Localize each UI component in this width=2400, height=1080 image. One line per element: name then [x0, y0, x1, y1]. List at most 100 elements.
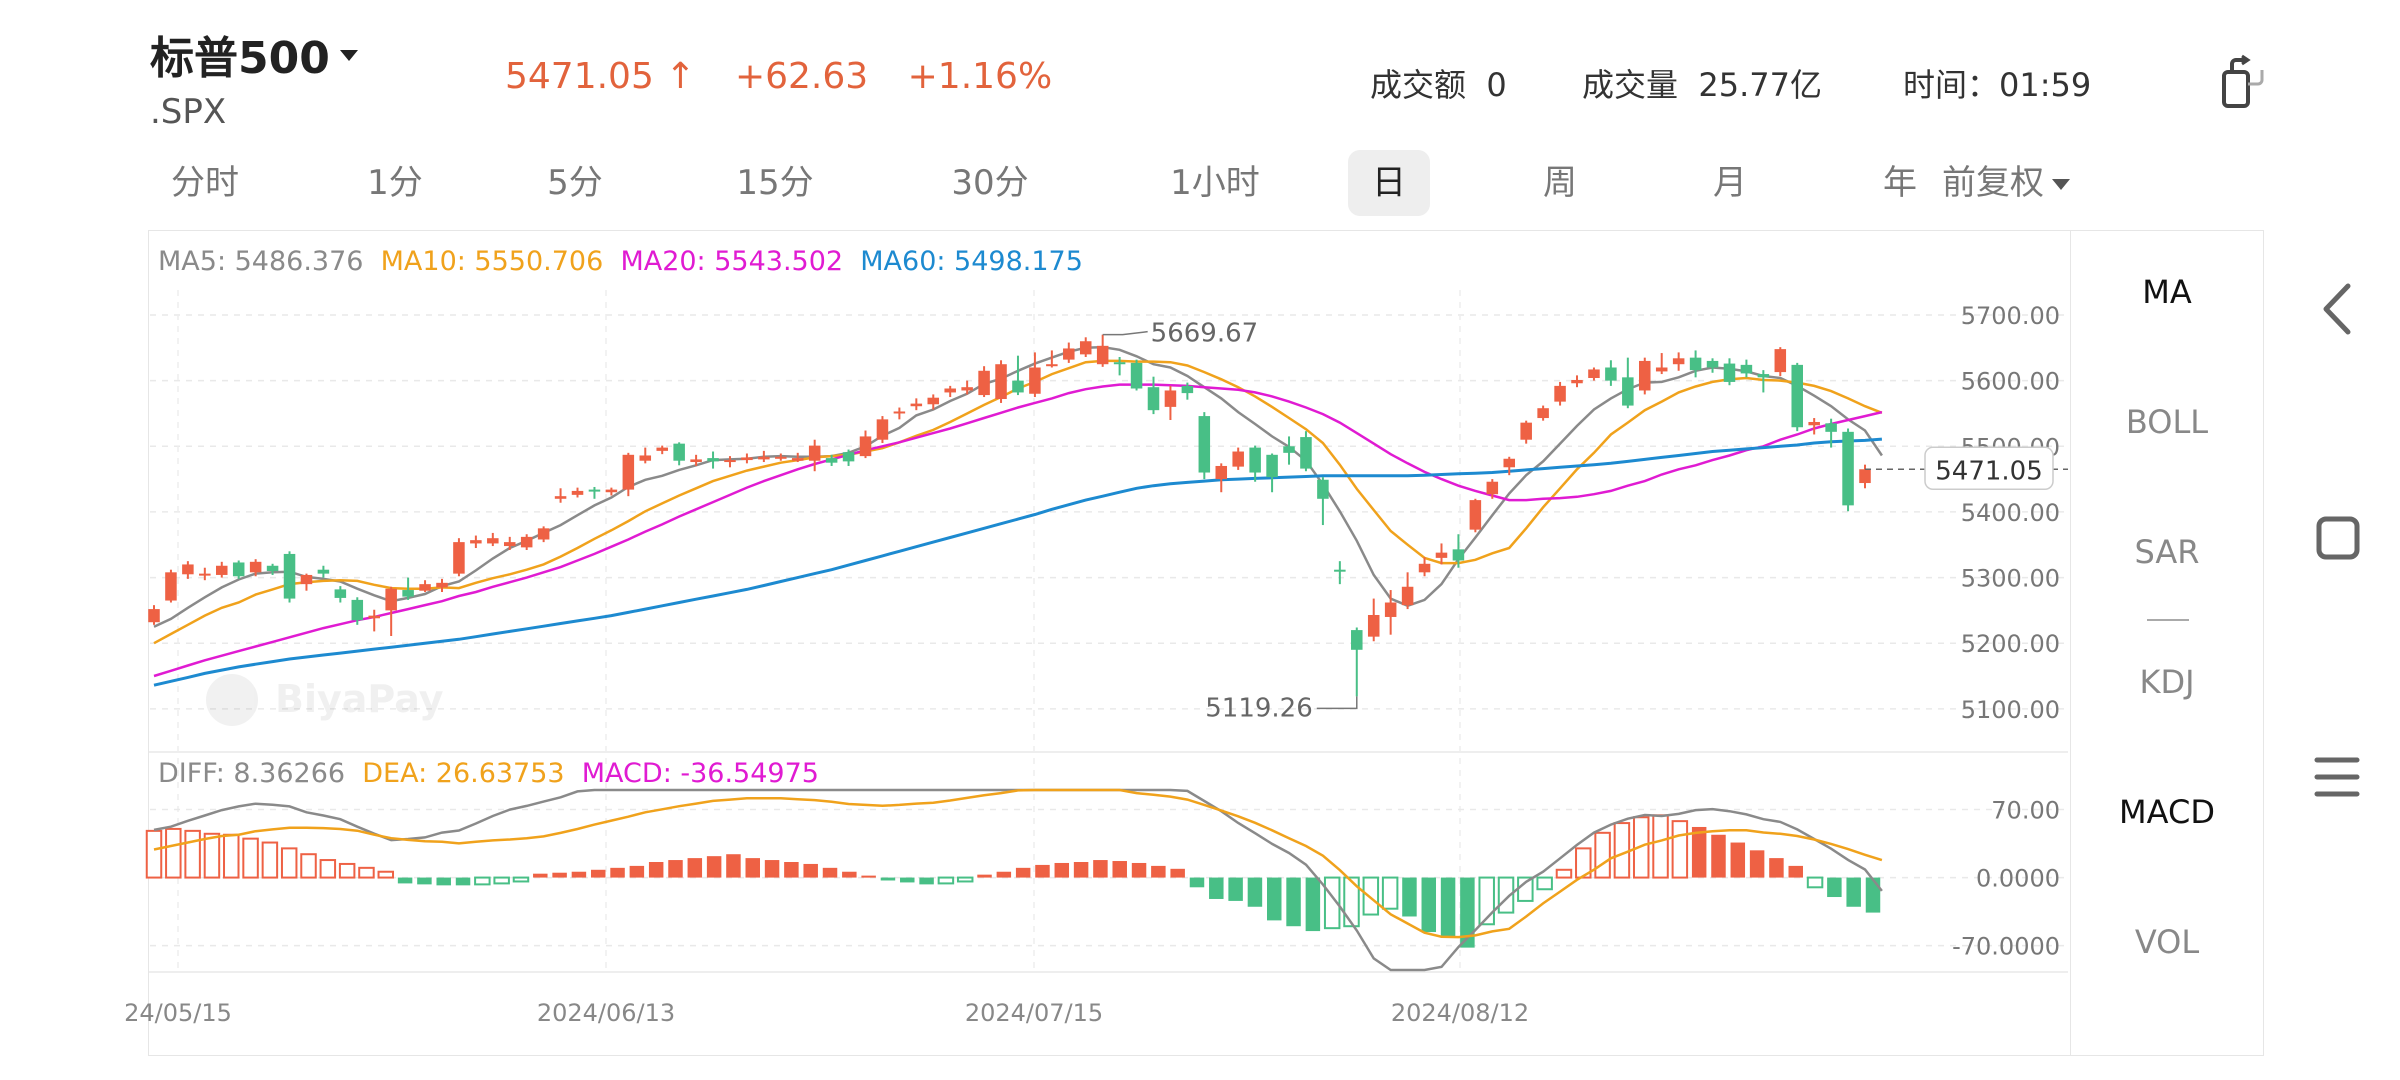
candle-body: [453, 542, 465, 574]
high-marker-line: [1102, 330, 1148, 336]
macd-bar: [1402, 877, 1417, 917]
y-tick-label: -70.0000: [1952, 933, 2060, 961]
candle-body: [385, 588, 397, 611]
candle-body: [656, 447, 668, 451]
macd-bar: [165, 827, 182, 879]
price-chart[interactable]: 5700.005600.005500.005400.005300.005200.…: [0, 0, 2400, 1080]
candle-body: [707, 458, 719, 462]
macd-bar: [1865, 877, 1881, 913]
candle-body: [1757, 374, 1770, 378]
candle-body: [1215, 465, 1228, 480]
candle-body: [1384, 602, 1397, 617]
watermark: BiyaPay: [206, 674, 444, 726]
macd-bar: [842, 871, 857, 878]
candle-body: [741, 457, 753, 461]
indicator-boll[interactable]: BOLL: [2071, 403, 2263, 441]
candle-body: [1181, 385, 1194, 394]
macd-bar: [1112, 861, 1127, 878]
candle-body: [588, 489, 601, 492]
macd-bar: [648, 862, 664, 878]
candle-body: [775, 456, 787, 459]
candle-body: [1588, 369, 1600, 378]
line-ma60: [153, 437, 1883, 687]
candle-body: [1520, 422, 1532, 440]
candle-body: [283, 553, 296, 599]
macd-bar: [687, 858, 703, 878]
candle-body: [1622, 377, 1634, 406]
indicator-sar[interactable]: SAR: [2071, 533, 2263, 571]
macd-bar: [1691, 826, 1707, 878]
candle-body: [368, 615, 380, 619]
candle-body: [1723, 363, 1736, 382]
candle-body: [470, 540, 482, 544]
candle-body: [1859, 469, 1871, 484]
macd-bar: [590, 869, 606, 878]
macd-bar: [822, 867, 838, 878]
indicator-macd[interactable]: MACD: [2071, 793, 2263, 831]
macd-bar: [512, 876, 530, 883]
macd-bar: [784, 862, 799, 878]
macd-bar: [358, 866, 375, 879]
macd-bar: [1711, 834, 1726, 878]
y-tick-label: 5400.00: [1961, 499, 2060, 527]
macd-bar: [300, 853, 317, 879]
y-tick-label: 0.0000: [1976, 865, 2060, 893]
candle-body: [402, 590, 414, 597]
candle-body: [216, 565, 228, 575]
macd-bar: [280, 847, 298, 879]
macd-bar: [1131, 862, 1147, 878]
chevron-left-icon[interactable]: [2318, 282, 2354, 340]
macd-bar: [1381, 876, 1399, 910]
candle-body: [1164, 390, 1177, 407]
macd-bar: [338, 862, 356, 879]
macd-bar: [610, 867, 625, 878]
indicator-kdj[interactable]: KDJ: [2071, 663, 2263, 701]
macd-bar: [937, 876, 955, 885]
macd-bar: [1730, 842, 1746, 878]
macd-bar: [706, 856, 722, 878]
candle-body: [436, 582, 448, 588]
candle-body: [317, 569, 330, 574]
candle-body: [961, 387, 973, 391]
candle-body: [1029, 367, 1041, 394]
candle-body: [554, 496, 567, 499]
candle-body: [182, 564, 194, 575]
macd-bar: [1846, 877, 1861, 907]
macd-bar: [436, 877, 451, 886]
menu-icon[interactable]: [2314, 754, 2360, 804]
y-tick-label: 5700.00: [1961, 302, 2060, 330]
macd-bar: [1305, 877, 1321, 932]
macd-bar: [900, 877, 915, 883]
macd-bar: [1267, 877, 1282, 921]
candle-body: [419, 584, 431, 591]
y-tick-label: 5100.00: [1961, 696, 2060, 724]
indicator-panel: MA BOLL SAR KDJ MACD VOL: [2070, 231, 2263, 1055]
macd-bar: [1189, 877, 1205, 888]
candle-body: [1435, 552, 1448, 558]
candle-body: [1300, 437, 1312, 469]
line-ma20: [153, 383, 1883, 678]
macd-bar: [1151, 865, 1166, 878]
candle-body: [266, 565, 279, 572]
candle-body: [300, 574, 313, 585]
macd-bar: [1015, 867, 1031, 878]
macd-bar: [417, 877, 432, 885]
indicator-vol[interactable]: VOL: [2071, 923, 2263, 961]
macd-bar: [1749, 850, 1765, 878]
candle-body: [1639, 360, 1651, 391]
candle-body: [1079, 341, 1092, 355]
candle-body: [1046, 364, 1058, 367]
candle-body: [148, 609, 160, 623]
macd-bar: [861, 875, 876, 878]
candle-body: [893, 411, 906, 414]
macd-bar: [726, 854, 741, 878]
square-icon[interactable]: [2316, 516, 2360, 564]
candle-body: [1266, 454, 1278, 478]
indicator-ma[interactable]: MA: [2071, 273, 2263, 311]
macd-bar: [552, 872, 567, 878]
candle-body: [1486, 481, 1499, 495]
watermark-logo-icon: [206, 674, 258, 726]
candle-body: [199, 573, 211, 576]
candle-body: [910, 403, 923, 407]
low-marker-line: [1316, 696, 1358, 710]
